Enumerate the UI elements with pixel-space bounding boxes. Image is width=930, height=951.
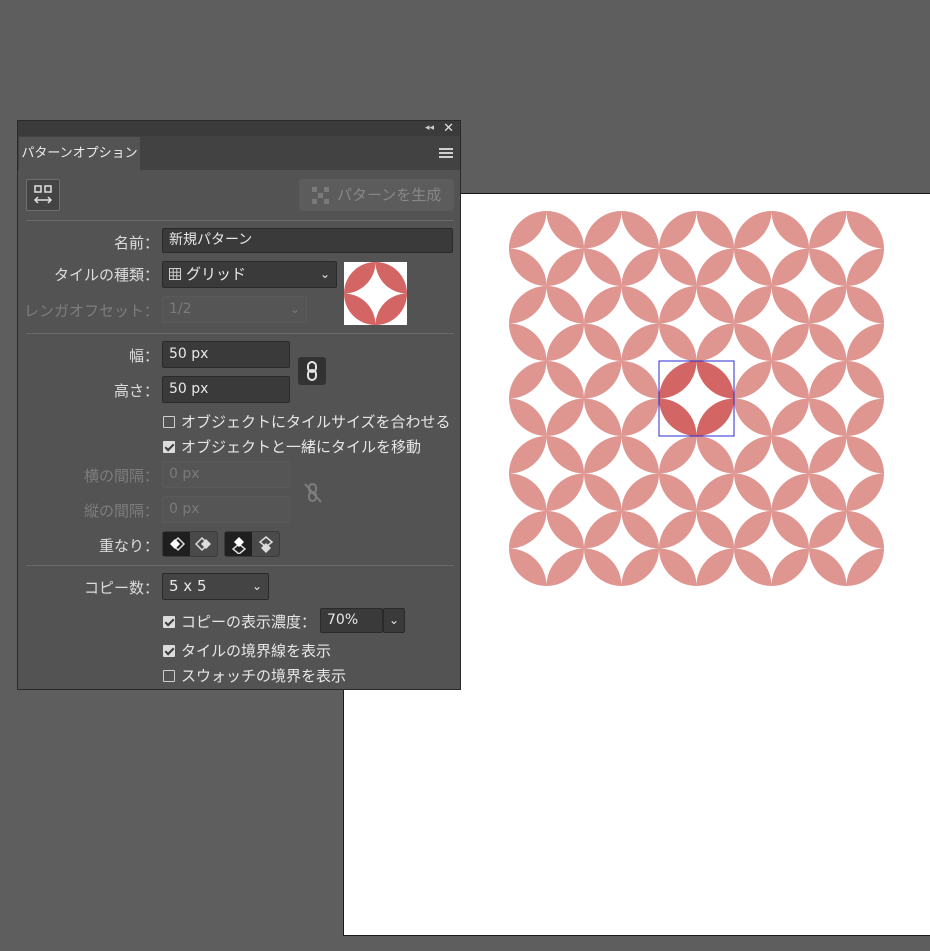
chevron-down-icon: ⌄ bbox=[319, 267, 330, 281]
height-input[interactable]: 50 px bbox=[162, 376, 290, 403]
show-swatch-bounds-option[interactable]: スウォッチの境界を表示 bbox=[163, 665, 346, 686]
tile-preview-graphic bbox=[344, 262, 407, 325]
pattern-tile-tool-icon bbox=[33, 185, 53, 204]
move-tile-with-object-option[interactable]: オブジェクトと一緒にタイルを移動 bbox=[163, 436, 421, 457]
unlink-spacing-icon[interactable] bbox=[302, 481, 324, 509]
right-in-front-icon bbox=[195, 536, 211, 552]
move-tile-checkbox[interactable] bbox=[163, 441, 175, 453]
panel-titlebar[interactable]: ◂◂ ✕ bbox=[18, 121, 460, 136]
divider bbox=[26, 565, 454, 566]
left-in-front-icon bbox=[170, 536, 186, 552]
overlap-vertical-group bbox=[224, 531, 280, 557]
left-in-front-button[interactable] bbox=[163, 532, 190, 556]
chevron-down-icon: ⌄ bbox=[289, 302, 300, 316]
h-spacing-label: 横の間隔： bbox=[83, 467, 159, 485]
panel-tabbar: パターンオプション bbox=[18, 136, 460, 170]
chevron-down-icon: ⌄ bbox=[389, 613, 400, 627]
tile-type-select[interactable]: グリッド ⌄ bbox=[162, 261, 337, 288]
tile-preview bbox=[344, 262, 407, 325]
fit-tile-label: オブジェクトにタイルサイズを合わせる bbox=[181, 413, 451, 431]
pattern-grid-icon bbox=[312, 187, 329, 204]
chevron-down-icon: ⌄ bbox=[251, 579, 262, 593]
pattern-tile-tool-button[interactable] bbox=[26, 179, 60, 211]
panel-menu-icon[interactable] bbox=[439, 148, 453, 158]
collapse-icon[interactable]: ◂◂ bbox=[425, 121, 434, 136]
tile-type-value: グリッド bbox=[186, 265, 247, 283]
show-tile-edge-label: タイルの境界線を表示 bbox=[181, 642, 332, 660]
overlap-horizontal-group bbox=[162, 531, 218, 557]
generate-pattern-button[interactable]: パターンを生成 bbox=[299, 179, 454, 211]
dim-copies-option[interactable]: コピーの表示濃度： bbox=[163, 611, 316, 632]
constrain-proportions-button[interactable] bbox=[298, 357, 326, 385]
top-in-front-button[interactable] bbox=[225, 532, 252, 556]
copies-select[interactable]: 5 x 5 ⌄ bbox=[162, 573, 269, 600]
grid-icon bbox=[169, 268, 181, 280]
tab-pattern-options[interactable]: パターンオプション bbox=[19, 137, 140, 170]
divider bbox=[26, 333, 454, 334]
bottom-in-front-button[interactable] bbox=[252, 532, 279, 556]
width-label: 幅： bbox=[128, 347, 159, 365]
width-input[interactable]: 50 px bbox=[162, 341, 290, 368]
right-in-front-button[interactable] bbox=[190, 532, 217, 556]
brick-offset-label: レンガオフセット： bbox=[23, 302, 159, 320]
generate-pattern-label: パターンを生成 bbox=[337, 186, 442, 204]
show-tile-edge-option[interactable]: タイルの境界線を表示 bbox=[163, 640, 331, 661]
show-swatch-bounds-label: スウォッチの境界を表示 bbox=[181, 667, 347, 685]
brick-offset-select[interactable]: 1/2 ⌄ bbox=[162, 296, 307, 323]
dim-copies-dropdown-button[interactable]: ⌄ bbox=[383, 608, 405, 633]
show-swatch-bounds-checkbox[interactable] bbox=[163, 670, 175, 682]
h-spacing-input[interactable]: 0 px bbox=[162, 461, 290, 488]
dim-copies-label: コピーの表示濃度： bbox=[181, 613, 317, 631]
v-spacing-label: 縦の間隔： bbox=[83, 502, 159, 520]
dim-copies-input[interactable]: 70% bbox=[320, 608, 383, 633]
move-tile-label: オブジェクトと一緒にタイルを移動 bbox=[181, 438, 422, 456]
close-icon[interactable]: ✕ bbox=[443, 121, 454, 136]
copies-label: コピー数： bbox=[83, 579, 159, 597]
tile-type-label: タイルの種類： bbox=[53, 266, 159, 284]
v-spacing-input[interactable]: 0 px bbox=[162, 496, 290, 523]
copies-value: 5 x 5 bbox=[169, 577, 207, 595]
overlap-label: 重なり： bbox=[98, 537, 159, 555]
brick-offset-value: 1/2 bbox=[169, 301, 192, 317]
fit-tile-to-object-option[interactable]: オブジェクトにタイルサイズを合わせる bbox=[163, 411, 451, 432]
link-icon bbox=[307, 361, 317, 381]
top-in-front-icon bbox=[231, 537, 247, 554]
pattern-options-panel: ◂◂ ✕ パターンオプション パターンを生成 名前： 新規パターン タイルの種類… bbox=[17, 120, 461, 690]
name-input[interactable]: 新規パターン bbox=[162, 228, 453, 253]
bottom-in-front-icon bbox=[258, 536, 274, 553]
divider bbox=[26, 220, 454, 221]
name-label: 名前： bbox=[113, 234, 159, 252]
height-label: 高さ： bbox=[113, 382, 159, 400]
fit-tile-checkbox[interactable] bbox=[163, 416, 175, 428]
dim-copies-checkbox[interactable] bbox=[163, 616, 175, 628]
show-tile-edge-checkbox[interactable] bbox=[163, 645, 175, 657]
